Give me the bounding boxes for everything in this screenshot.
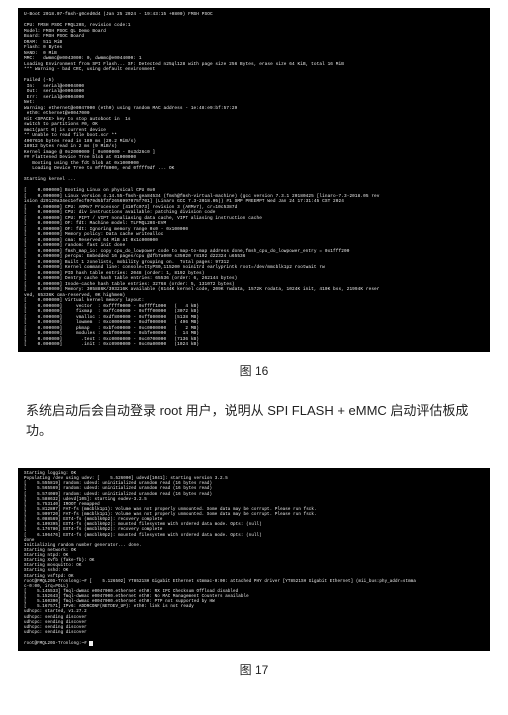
figure-caption-17: 图 17: [18, 661, 490, 678]
terminal-output-1: U-Boot 2018.07-fmsh-g0ced0d4 (Jan 25 202…: [18, 8, 490, 352]
body-paragraph: 系统启动后会自动登录 root 用户，说明从 SPI FLASH + eMMC …: [26, 401, 482, 443]
figure-caption-16: 图 16: [18, 362, 490, 379]
terminal-output-2: Starting logging: OK Populating /dev usi…: [18, 468, 490, 651]
